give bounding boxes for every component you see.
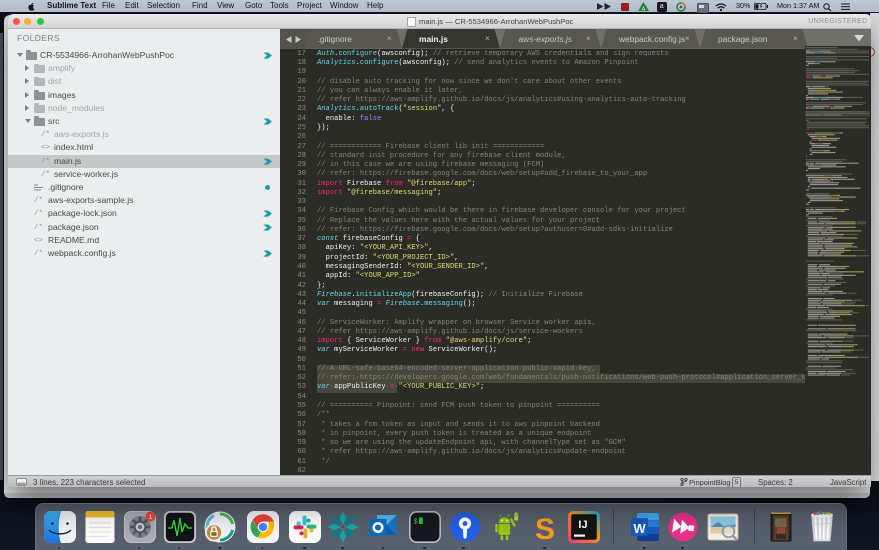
svg-text:IJ: IJ bbox=[578, 519, 587, 531]
svg-text:$: $ bbox=[413, 518, 417, 526]
svg-text:S: S bbox=[534, 513, 554, 543]
svg-text:W: W bbox=[633, 521, 646, 536]
svg-text:A: A bbox=[642, 6, 646, 11]
svg-text:1: 1 bbox=[148, 514, 152, 521]
